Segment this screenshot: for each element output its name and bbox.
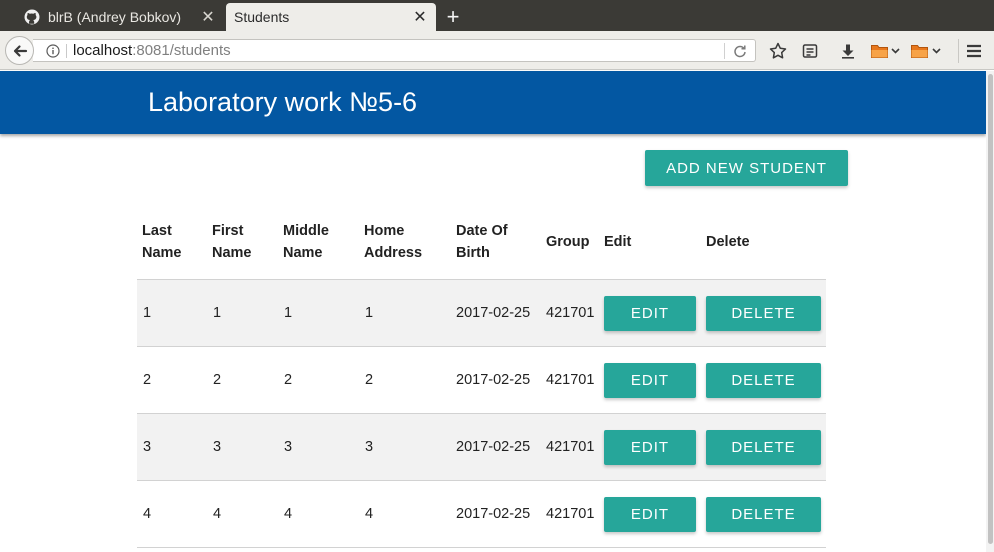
- delete-button[interactable]: DELETE: [706, 363, 821, 398]
- tab-title: blrB (Andrey Bobkov): [48, 9, 182, 25]
- header-line: Name: [283, 245, 323, 261]
- app-header: Laboratory work №5-6: [0, 71, 986, 134]
- header-line: Last: [142, 223, 172, 239]
- cell-home-address: 3: [365, 439, 374, 455]
- cell-first-name: 3: [213, 439, 222, 455]
- cell-first-name: 4: [213, 506, 222, 522]
- header-middle-name: Middle Name: [283, 220, 329, 264]
- header-last-name: Last Name: [142, 220, 182, 264]
- header-line: Name: [142, 245, 182, 261]
- cell-last-name: 1: [143, 305, 152, 321]
- edit-button[interactable]: EDIT: [604, 430, 696, 465]
- reload-icon[interactable]: [725, 41, 755, 61]
- header-home-address: Home Address: [364, 220, 422, 264]
- cell-home-address: 1: [365, 305, 374, 321]
- bookmarks-menu-folder-icon[interactable]: [910, 41, 944, 61]
- url-path: :8081/students: [132, 42, 231, 59]
- cell-middle-name: 1: [284, 305, 293, 321]
- cell-first-name: 1: [213, 305, 222, 321]
- cell-middle-name: 3: [284, 439, 293, 455]
- header-edit: Edit: [604, 234, 632, 250]
- table-row: 2 2 2 2 2017-02-25 421701 EDIT DELETE: [137, 347, 826, 414]
- page-title: Laboratory work №5-6: [148, 87, 418, 117]
- table-row: 1 1 1 1 2017-02-25 421701 EDIT DELETE: [137, 280, 826, 347]
- url-bar[interactable]: localhost:8081/students: [33, 39, 756, 62]
- tab-title: Students: [234, 9, 290, 25]
- new-tab-button[interactable]: +: [442, 3, 464, 31]
- header-line: Home: [364, 223, 405, 239]
- edit-button[interactable]: EDIT: [604, 363, 696, 398]
- bookmarks-folder-icon[interactable]: [870, 41, 902, 61]
- cell-last-name: 4: [143, 506, 152, 522]
- toolbar-divider: [958, 39, 959, 63]
- header-line: Name: [212, 245, 252, 261]
- header-line: First: [212, 223, 244, 239]
- delete-button[interactable]: DELETE: [706, 430, 821, 465]
- cell-first-name: 2: [213, 372, 222, 388]
- back-button[interactable]: [5, 36, 34, 65]
- cell-date-of-birth: 2017-02-25: [456, 439, 531, 455]
- tab-close-icon[interactable]: ✕: [410, 7, 430, 27]
- cell-group: 421701: [546, 372, 595, 388]
- header-first-name: First Name: [212, 220, 252, 264]
- cell-group: 421701: [546, 305, 595, 321]
- header-line: Date Of: [456, 223, 508, 239]
- tab-students[interactable]: Students ✕: [226, 3, 436, 31]
- bookmark-star-icon[interactable]: [768, 41, 788, 61]
- edit-button[interactable]: EDIT: [604, 497, 696, 532]
- scrollbar-thumb[interactable]: [988, 74, 993, 544]
- github-icon: [24, 9, 40, 25]
- tab-close-icon[interactable]: ✕: [198, 7, 218, 27]
- cell-last-name: 2: [143, 372, 152, 388]
- cell-date-of-birth: 2017-02-25: [456, 506, 531, 522]
- header-group: Group: [546, 234, 590, 250]
- header-line: Middle: [283, 223, 329, 239]
- add-new-student-button[interactable]: ADD NEW STUDENT: [645, 150, 848, 186]
- cell-date-of-birth: 2017-02-25: [456, 372, 531, 388]
- hamburger-menu-icon[interactable]: [964, 41, 984, 61]
- navigation-bar: localhost:8081/students: [0, 31, 994, 70]
- cell-home-address: 4: [365, 506, 374, 522]
- cell-group: 421701: [546, 439, 595, 455]
- tab-strip: blrB (Andrey Bobkov) ✕ Students ✕ +: [0, 0, 994, 31]
- table-row: 4 4 4 4 2017-02-25 421701 EDIT DELETE: [137, 481, 826, 548]
- url-separator: [66, 43, 67, 58]
- info-icon[interactable]: [46, 43, 60, 58]
- cell-middle-name: 2: [284, 372, 293, 388]
- header-date-of-birth: Date Of Birth: [456, 220, 508, 264]
- table-row: 3 3 3 3 2017-02-25 421701 EDIT DELETE: [137, 414, 826, 481]
- header-delete: Delete: [706, 234, 750, 250]
- cell-last-name: 3: [143, 439, 152, 455]
- back-arrow-icon: [12, 43, 28, 59]
- tab-github[interactable]: blrB (Andrey Bobkov) ✕: [8, 3, 224, 31]
- cell-home-address: 2: [365, 372, 374, 388]
- delete-button[interactable]: DELETE: [706, 296, 821, 331]
- cell-group: 421701: [546, 506, 595, 522]
- header-line: Birth: [456, 245, 490, 261]
- delete-button[interactable]: DELETE: [706, 497, 821, 532]
- reader-list-icon[interactable]: [800, 41, 820, 61]
- download-icon[interactable]: [838, 41, 858, 61]
- header-line: Address: [364, 245, 423, 261]
- url-host: localhost: [73, 42, 133, 59]
- url-text[interactable]: localhost:8081/students: [73, 42, 724, 59]
- cell-date-of-birth: 2017-02-25: [456, 305, 531, 321]
- cell-middle-name: 4: [284, 506, 293, 522]
- edit-button[interactable]: EDIT: [604, 296, 696, 331]
